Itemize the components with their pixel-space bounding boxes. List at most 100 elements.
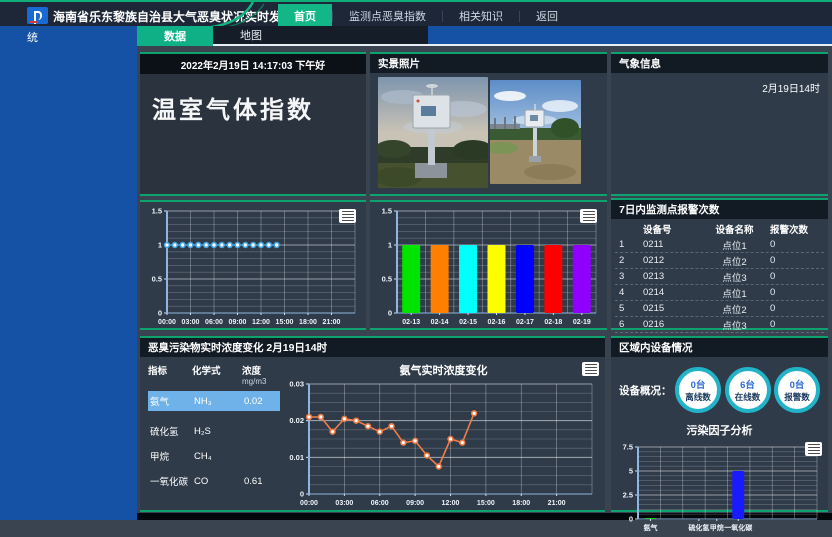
device-overview: 设备概况： 0台 离线数 6台 在线数 0台 报警数 <box>611 357 828 415</box>
nav-item-home[interactable]: 首页 <box>278 4 332 28</box>
svg-text:02-19: 02-19 <box>573 319 591 326</box>
datetime-text: 2022年2月19日 14:17:03 下午好 <box>140 54 366 74</box>
svg-text:03:00: 03:00 <box>335 500 353 507</box>
stat-ring-offline: 0台 离线数 <box>675 367 721 413</box>
svg-text:02-17: 02-17 <box>516 319 534 326</box>
svg-text:7.5: 7.5 <box>623 443 633 452</box>
panel-weather: 气象信息 2月19日14时 <box>611 52 828 196</box>
app-logo-icon <box>27 7 48 24</box>
main-nav: 首页 监测点恶臭指数 相关知识 返回 <box>278 4 574 28</box>
svg-text:0: 0 <box>158 309 162 318</box>
station-photo-2[interactable] <box>490 80 581 184</box>
panel-pollutant-concentration: 恶臭污染物实时浓度变化 2月19日14时 指标 化学式 浓度mg/m3 氨气 N… <box>140 336 605 512</box>
pollutant-row-co[interactable]: 一氧化碳 CO 0.61 <box>148 471 280 491</box>
header-blue-band <box>428 26 832 46</box>
nav-item-odor-index[interactable]: 监测点恶臭指数 <box>333 4 442 28</box>
svg-text:18:00: 18:00 <box>299 319 317 326</box>
svg-text:06:00: 06:00 <box>371 500 389 507</box>
pollutant-table: 指标 化学式 浓度mg/m3 氨气 NH₃ 0.02 硫化氢 H₂S 甲烷 CH… <box>140 357 282 510</box>
chart-menu-icon[interactable] <box>582 362 599 376</box>
svg-text:0: 0 <box>388 309 392 318</box>
table-row: 10211 点位10 <box>615 237 824 253</box>
panel-alarm-counts: 7日内监测点报警次数 设备号 设备名称 报警次数 10211 点位10 2021… <box>611 198 828 330</box>
pollution-factors-chart: 02.557.5氨气硫化氢甲烷一氧化碳 <box>613 440 824 532</box>
svg-text:00:00: 00:00 <box>300 500 318 507</box>
svg-text:02-16: 02-16 <box>488 319 506 326</box>
svg-text:5: 5 <box>629 467 633 476</box>
svg-text:03:00: 03:00 <box>182 319 200 326</box>
stat-ring-online: 6台 在线数 <box>725 367 771 413</box>
greenhouse-gas-index-headline: 温室气体指数 <box>140 74 366 141</box>
chart-menu-icon[interactable] <box>580 209 597 223</box>
station-photo-1[interactable] <box>378 77 488 188</box>
panel-device-status: 区域内设备情况 设备概况： 0台 离线数 6台 在线数 0台 报警数 污染因子分… <box>611 336 828 512</box>
svg-text:18:00: 18:00 <box>512 500 530 507</box>
sidebar-label: 统 <box>0 26 137 45</box>
tab-map[interactable]: 地图 <box>213 26 289 44</box>
table-row: 60216 点位30 <box>615 317 824 333</box>
daily-index-chart: 00.511.502-1302-1402-1502-1602-1702-1802… <box>372 204 603 326</box>
svg-text:氨气: 氨气 <box>644 523 658 532</box>
left-sidebar: 统 <box>0 26 137 520</box>
svg-text:0.02: 0.02 <box>289 416 304 425</box>
svg-text:1.5: 1.5 <box>152 207 162 216</box>
stat-ring-alarm: 0台 报警数 <box>774 367 820 413</box>
pollutant-row-h2s[interactable]: 硫化氢 H₂S <box>148 421 280 441</box>
svg-text:02-14: 02-14 <box>431 319 449 326</box>
svg-text:00:00: 00:00 <box>158 319 176 326</box>
panel-greeting: 2022年2月19日 14:17:03 下午好 温室气体指数 <box>140 52 366 196</box>
station-photo-1-image <box>378 77 488 188</box>
alarm-table: 设备号 设备名称 报警次数 10211 点位10 20212 点位20 3021… <box>611 219 828 333</box>
table-row: 20212 点位20 <box>615 253 824 269</box>
unit-label: mg/m3 <box>242 377 286 386</box>
table-row: 40214 点位10 <box>615 285 824 301</box>
svg-text:02-18: 02-18 <box>544 319 562 326</box>
weather-time: 2月19日14时 <box>762 80 820 95</box>
chart-menu-icon[interactable] <box>805 442 822 456</box>
svg-text:0.03: 0.03 <box>289 380 304 389</box>
device-panel-title: 区域内设备情况 <box>611 338 828 357</box>
svg-text:1: 1 <box>388 241 392 250</box>
nh3-chart-title: 氨气实时浓度变化 <box>282 357 605 378</box>
weather-title: 气象信息 <box>611 54 828 73</box>
station-photo-2-image <box>490 80 581 184</box>
nav-item-back[interactable]: 返回 <box>520 4 574 28</box>
svg-text:1.5: 1.5 <box>382 207 392 216</box>
chart-menu-icon[interactable] <box>339 209 356 223</box>
svg-text:21:00: 21:00 <box>323 319 341 326</box>
svg-text:0.5: 0.5 <box>382 275 392 284</box>
svg-text:硫化氢: 硫化氢 <box>688 523 709 532</box>
svg-text:1: 1 <box>158 241 162 250</box>
svg-text:09:00: 09:00 <box>406 500 424 507</box>
svg-text:12:00: 12:00 <box>442 500 460 507</box>
alarm-table-header: 设备号 设备名称 报警次数 <box>615 221 824 237</box>
panel-index-trend: 0 0.5 1 1.5 00:00 03:00 06:00 09:00 12:00 15:00 18… <box>140 200 366 330</box>
pollutant-table-header: 指标 化学式 浓度mg/m3 <box>148 363 280 386</box>
pollutant-panel-title: 恶臭污染物实时浓度变化 2月19日14时 <box>140 338 605 357</box>
svg-text:0.01: 0.01 <box>289 453 304 462</box>
pollutant-row-ch4[interactable]: 甲烷 CH₄ <box>148 446 280 466</box>
panel-daily-index: 00.511.502-1302-1402-1502-1602-1702-1802… <box>370 200 607 330</box>
panel-photos: 实景照片 <box>370 52 607 196</box>
photos-title: 实景照片 <box>370 54 607 73</box>
svg-text:06:00: 06:00 <box>205 319 223 326</box>
svg-text:0.5: 0.5 <box>152 275 162 284</box>
svg-text:09:00: 09:00 <box>229 319 247 326</box>
view-tabs: 数据 地图 <box>137 26 428 46</box>
table-row: 50215 点位20 <box>615 301 824 317</box>
nav-item-knowledge[interactable]: 相关知识 <box>443 4 519 28</box>
nh3-trend-chart: 00.010.020.0300:0003:0006:0009:0012:0015… <box>284 377 599 507</box>
top-navbar: 海南省乐东黎族自治县大气恶臭状况实时发布系 首页 监测点恶臭指数 相关知识 返回 <box>0 0 832 26</box>
svg-text:15:00: 15:00 <box>477 500 495 507</box>
svg-text:21:00: 21:00 <box>548 500 566 507</box>
svg-text:0: 0 <box>629 515 633 524</box>
tab-data[interactable]: 数据 <box>137 26 213 46</box>
svg-text:2.5: 2.5 <box>623 491 633 500</box>
svg-text:12:00: 12:00 <box>252 319 270 326</box>
svg-text:一氧化碳: 一氧化碳 <box>724 523 753 532</box>
index-trend-chart: 0 0.5 1 1.5 00:00 03:00 06:00 09:00 12:00 15:00 18… <box>142 204 362 326</box>
svg-text:15:00: 15:00 <box>276 319 294 326</box>
pollution-factor-title: 污染因子分析 <box>611 422 828 438</box>
svg-text:02-15: 02-15 <box>459 319 477 326</box>
pollutant-row-nh3[interactable]: 氨气 NH₃ 0.02 <box>148 391 280 411</box>
